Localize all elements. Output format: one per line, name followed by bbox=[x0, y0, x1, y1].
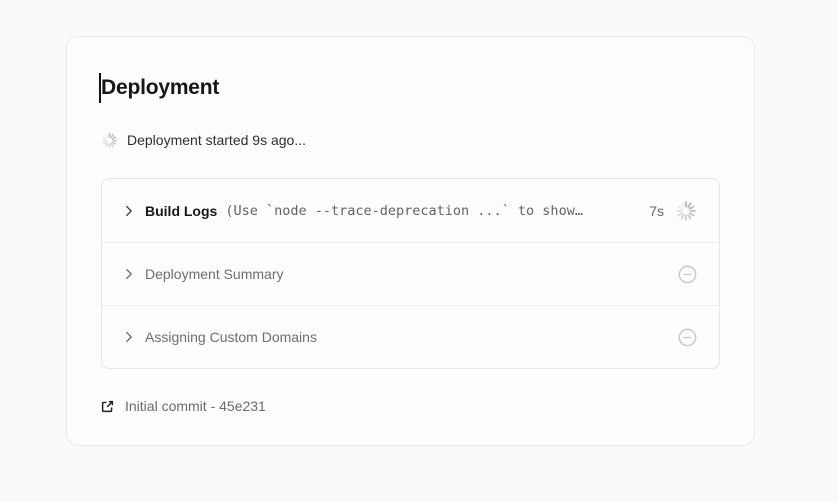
commit-link[interactable]: Initial commit - 45e231 bbox=[101, 398, 266, 414]
section-label: Assigning Custom Domains bbox=[145, 329, 317, 345]
section-status bbox=[666, 328, 697, 347]
deployment-card: Deployment Depl bbox=[66, 36, 755, 446]
accordion-row-custom-domains[interactable]: Assigning Custom Domains bbox=[102, 305, 719, 368]
section-label: Deployment Summary bbox=[145, 266, 284, 282]
deployment-status-line: Deployment started 9s ago... bbox=[101, 131, 720, 149]
chevron-right-icon bbox=[122, 267, 136, 281]
accordion-row-build-logs[interactable]: Build Logs (Use `node --trace-deprecatio… bbox=[102, 179, 719, 242]
accordion-row-deployment-summary[interactable]: Deployment Summary bbox=[102, 242, 719, 305]
page-title: Deployment bbox=[101, 73, 219, 103]
external-link-icon bbox=[101, 400, 114, 413]
deployment-steps: Build Logs (Use `node --trace-deprecatio… bbox=[101, 178, 720, 369]
commit-text: Initial commit - 45e231 bbox=[125, 398, 266, 414]
chevron-right-icon bbox=[122, 204, 136, 218]
duration-label: 7s bbox=[649, 203, 664, 219]
spinner-icon bbox=[675, 200, 697, 222]
minus-circle-icon bbox=[678, 328, 697, 347]
section-label: Build Logs bbox=[145, 203, 217, 219]
section-status: 7s bbox=[637, 200, 697, 222]
status-text: Deployment started 9s ago... bbox=[127, 132, 306, 148]
section-status bbox=[666, 265, 697, 284]
page-title-row: Deployment bbox=[101, 73, 720, 103]
chevron-right-icon bbox=[122, 330, 136, 344]
section-detail: (Use `node --trace-deprecation ...` to s… bbox=[225, 203, 583, 219]
minus-circle-icon bbox=[678, 265, 697, 284]
spinner-icon bbox=[101, 132, 118, 149]
text-cursor bbox=[99, 73, 101, 103]
